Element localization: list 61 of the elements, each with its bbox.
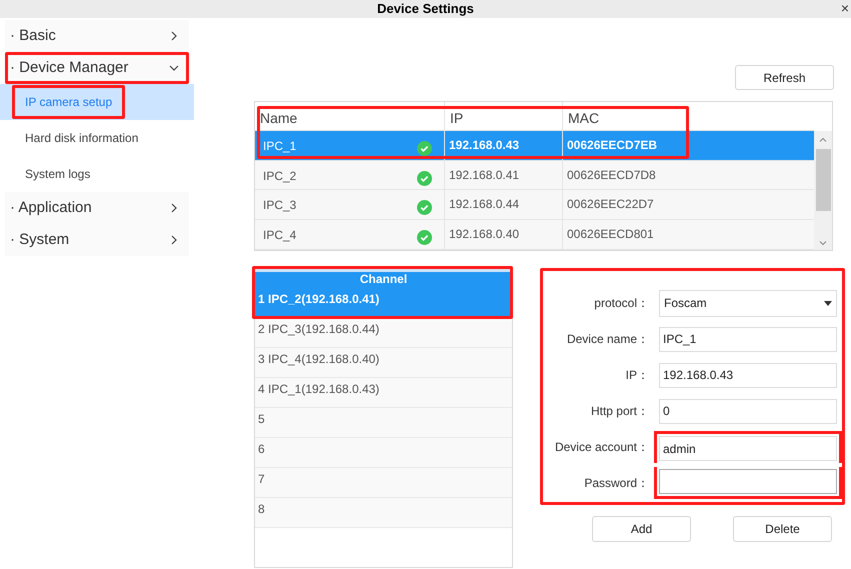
group-label: · Device Manager: [10, 58, 128, 78]
channel-item[interactable]: 3 IPC_4(192.168.0.40): [255, 348, 512, 378]
field-label: protocol：: [593, 295, 650, 312]
channel-item[interactable]: 8: [255, 498, 512, 528]
field-label: Password：: [583, 475, 650, 492]
dropdown-caret-icon: [824, 300, 832, 306]
field-label: Device name：: [566, 331, 650, 348]
table-cell: 192.168.0.41: [445, 160, 563, 190]
check-circle-icon: [417, 230, 432, 246]
scrollbar[interactable]: [814, 131, 832, 250]
input-field[interactable]: 0: [659, 398, 837, 424]
table-cell-text: 00626EECD801: [566, 226, 655, 244]
column-header: Name: [255, 102, 445, 130]
table-row[interactable]: IPC_2 192.168.0.41 00626EECD7D8: [255, 160, 814, 190]
table-row[interactable]: IPC_3 192.168.0.44 00626EEC22D7: [255, 190, 814, 220]
input-field[interactable]: IPC_1: [659, 326, 837, 352]
sidebar-group[interactable]: · Basic: [5, 20, 189, 52]
channel-item[interactable]: 7: [255, 468, 512, 498]
table-cell-text: IPC_4: [263, 227, 296, 244]
field-label: Device account：: [554, 439, 650, 456]
protocol-select[interactable]: Foscam: [659, 290, 837, 316]
table-cell: 192.168.0.43: [445, 130, 563, 160]
channel-item[interactable]: 5: [255, 408, 512, 438]
table-cell-text: IPC_1: [263, 138, 296, 155]
password-field[interactable]: [659, 469, 837, 494]
field-label: IP：: [624, 367, 650, 384]
table-cell-text: 00626EECD7EB: [566, 136, 658, 154]
scroll-down-icon[interactable]: [818, 238, 828, 248]
check-circle-icon: [417, 170, 432, 186]
channel-header: Channel: [255, 269, 512, 288]
window-title: Device Settings: [377, 0, 474, 18]
refresh-button[interactable]: Refresh: [735, 65, 834, 90]
action-button[interactable]: Delete: [733, 516, 832, 542]
sidebar-group[interactable]: · System: [5, 224, 189, 256]
input-field[interactable]: admin: [659, 436, 837, 461]
check-circle-icon: [417, 140, 432, 156]
column-header: MAC: [567, 109, 600, 128]
group-label: · Basic: [10, 26, 56, 46]
column-header: IP: [445, 102, 563, 130]
action-button[interactable]: Add: [592, 516, 691, 542]
table-cell-text: IPC_3: [263, 197, 296, 214]
check-circle-icon: [417, 200, 432, 216]
group-label: · System: [10, 230, 70, 250]
item-label: Hard disk information: [24, 130, 140, 147]
sidebar-group[interactable]: · Device Manager: [5, 52, 189, 84]
channel-item[interactable]: 6: [255, 438, 512, 468]
table-row[interactable]: IPC_4 192.168.0.40 00626EECD801: [255, 220, 814, 250]
field-label: Http port：: [590, 403, 650, 420]
item-label: IP camera setup: [12, 85, 126, 119]
group-label: · Application: [10, 198, 92, 218]
item-label: System logs: [24, 166, 92, 183]
table-cell-text: 00626EECD7D8: [566, 166, 657, 184]
table-cell-text: 00626EEC22D7: [566, 196, 655, 214]
close-button[interactable]: ×: [840, 0, 849, 16]
table-cell: 192.168.0.40: [445, 220, 563, 249]
table-cell: 192.168.0.44: [445, 190, 563, 220]
input-field[interactable]: 192.168.0.43: [659, 362, 837, 388]
table-cell-text: IPC_2: [263, 168, 296, 185]
channel-item[interactable]: 4 IPC_1(192.168.0.43): [255, 378, 512, 408]
sidebar-group[interactable]: · Application: [5, 192, 189, 224]
channel-item[interactable]: 2 IPC_3(192.168.0.44): [255, 318, 512, 348]
